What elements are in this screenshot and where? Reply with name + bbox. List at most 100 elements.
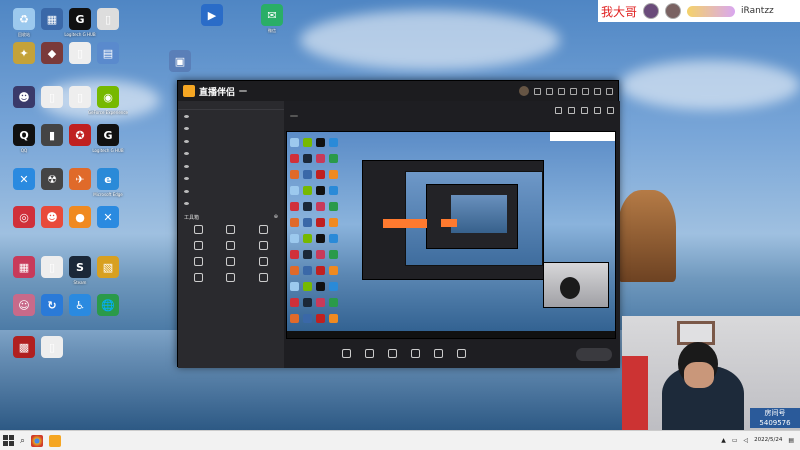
bottom-tool-button[interactable] xyxy=(411,349,420,360)
scene-item[interactable] xyxy=(178,123,284,136)
maximize-icon[interactable] xyxy=(594,87,601,95)
tool-icon xyxy=(193,241,203,250)
scene-list xyxy=(178,110,284,210)
desktop-icon[interactable]: e Microsoft Edge xyxy=(88,168,128,202)
share-icon[interactable] xyxy=(546,87,553,95)
visibility-eye-icon[interactable] xyxy=(184,177,189,181)
scene-item[interactable] xyxy=(178,148,284,161)
scene-item[interactable] xyxy=(178,135,284,148)
live-preview[interactable] xyxy=(286,131,616,339)
preview-mini-icon xyxy=(290,138,299,147)
scene-item[interactable] xyxy=(178,198,284,211)
desktop-app-icon: ▣ xyxy=(169,50,191,72)
orange-highlight xyxy=(441,219,457,227)
message-icon[interactable] xyxy=(534,87,541,95)
desktop-app-icon: e xyxy=(97,168,119,190)
chrome-icon[interactable] xyxy=(31,434,44,447)
preview-tool-icons xyxy=(555,107,614,114)
app-title: 直播伴侣 xyxy=(199,87,236,98)
desktop-icon-label xyxy=(88,230,128,240)
toolbox-item[interactable] xyxy=(182,225,215,236)
desktop-icon[interactable]: ◉ GeForce Experience xyxy=(88,86,128,120)
minimize-icon[interactable] xyxy=(582,87,589,95)
clock[interactable]: 2022/5/24 xyxy=(754,437,782,444)
search-icon[interactable]: ⌕ xyxy=(20,436,25,446)
bell-icon[interactable] xyxy=(594,107,601,114)
toolbox-expand-icon[interactable]: ⊕ xyxy=(274,214,278,221)
lock-icon[interactable] xyxy=(568,107,575,114)
toolbox-item[interactable] xyxy=(215,241,248,252)
notification-icon[interactable]: ▤ xyxy=(788,437,794,444)
preview-mini-icon xyxy=(290,266,299,275)
visibility-eye-icon[interactable] xyxy=(184,114,189,118)
desktop-icon-label: 微信 xyxy=(268,28,276,33)
gift-text: 我大哥 xyxy=(601,4,638,19)
visibility-eye-icon[interactable] xyxy=(184,164,189,168)
toolbox-item[interactable] xyxy=(182,257,215,268)
scene-item[interactable] xyxy=(178,110,284,123)
toolbox-item[interactable] xyxy=(247,257,280,268)
bottom-tool-button[interactable] xyxy=(457,349,466,360)
gift-icon[interactable] xyxy=(555,107,562,114)
gaming-chair xyxy=(622,356,648,432)
nested-preview xyxy=(362,160,544,280)
bottom-tool-button[interactable] xyxy=(365,349,374,360)
bottom-tool-button[interactable] xyxy=(434,349,443,360)
desktop-icon[interactable]: ✉ 微信 xyxy=(252,4,292,38)
toolbox-item[interactable] xyxy=(182,241,215,252)
desktop-app-icon: ▧ xyxy=(97,256,119,278)
desktop-icon[interactable]: ✕ xyxy=(88,206,128,240)
preview-mini-icon xyxy=(329,298,338,307)
tray-icon[interactable]: ▲ xyxy=(721,437,726,444)
visibility-eye-icon[interactable] xyxy=(184,202,189,206)
toolbox-item[interactable] xyxy=(182,273,215,284)
webcam-overlay: 房间号 5409576 xyxy=(622,316,800,432)
start-live-button[interactable] xyxy=(576,348,612,361)
desktop-icon[interactable]: ▯ xyxy=(32,336,72,370)
volume-icon[interactable]: ◁ xyxy=(744,437,749,444)
toolbox-item[interactable] xyxy=(247,225,280,236)
share-icon[interactable] xyxy=(607,107,614,114)
toolbox-item[interactable] xyxy=(215,257,248,268)
desktop-app-icon: 🌐 xyxy=(97,294,119,316)
scene-item[interactable] xyxy=(178,185,284,198)
windows-start-icon[interactable] xyxy=(3,435,14,446)
help-icon[interactable] xyxy=(558,87,565,95)
toolbox-item[interactable] xyxy=(247,273,280,284)
visibility-eye-icon[interactable] xyxy=(184,139,189,143)
desktop-icon[interactable]: ▶ xyxy=(192,4,232,38)
chat-icon[interactable] xyxy=(581,107,588,114)
network-icon[interactable]: ▭ xyxy=(732,437,738,444)
scene-item[interactable] xyxy=(178,173,284,186)
account-avatar[interactable] xyxy=(519,86,529,96)
preview-webcam-person xyxy=(560,277,580,299)
desktop-icon[interactable]: ▧ xyxy=(88,256,128,290)
toolbox-item[interactable] xyxy=(215,273,248,284)
toolbox-item[interactable] xyxy=(215,225,248,236)
windows-taskbar: ⌕ ▲ ▭ ◁ 2022/5/24 ▤ xyxy=(0,430,800,450)
bottom-tool-button[interactable] xyxy=(388,349,397,360)
settings-icon[interactable] xyxy=(570,87,577,95)
preview-mini-icon xyxy=(329,138,338,147)
live-companion-icon[interactable] xyxy=(49,434,62,447)
desktop-icon[interactable]: G Logitech G HUB xyxy=(88,124,128,158)
desktop-icon[interactable]: ▣ xyxy=(160,50,200,84)
user-avatar xyxy=(665,3,682,19)
tool-icon xyxy=(226,257,236,266)
desktop-icon[interactable]: ▤ xyxy=(88,42,128,76)
preview-mini-icon xyxy=(303,154,312,163)
desktop-icon-label: GeForce Experience xyxy=(88,110,128,115)
visibility-eye-icon[interactable] xyxy=(184,152,189,156)
room-category[interactable] xyxy=(290,115,298,117)
close-icon[interactable] xyxy=(606,87,613,95)
scene-item[interactable] xyxy=(178,160,284,173)
visibility-eye-icon[interactable] xyxy=(184,127,189,131)
preview-mini-icon xyxy=(316,234,325,243)
preview-mini-icon xyxy=(290,218,299,227)
toolbox-item[interactable] xyxy=(247,241,280,252)
channel-logo xyxy=(746,380,794,398)
desktop-icon[interactable]: ▯ xyxy=(88,8,128,42)
desktop-icon[interactable]: 🌐 xyxy=(88,294,128,328)
visibility-eye-icon[interactable] xyxy=(184,189,189,193)
bottom-tool-button[interactable] xyxy=(342,349,351,360)
